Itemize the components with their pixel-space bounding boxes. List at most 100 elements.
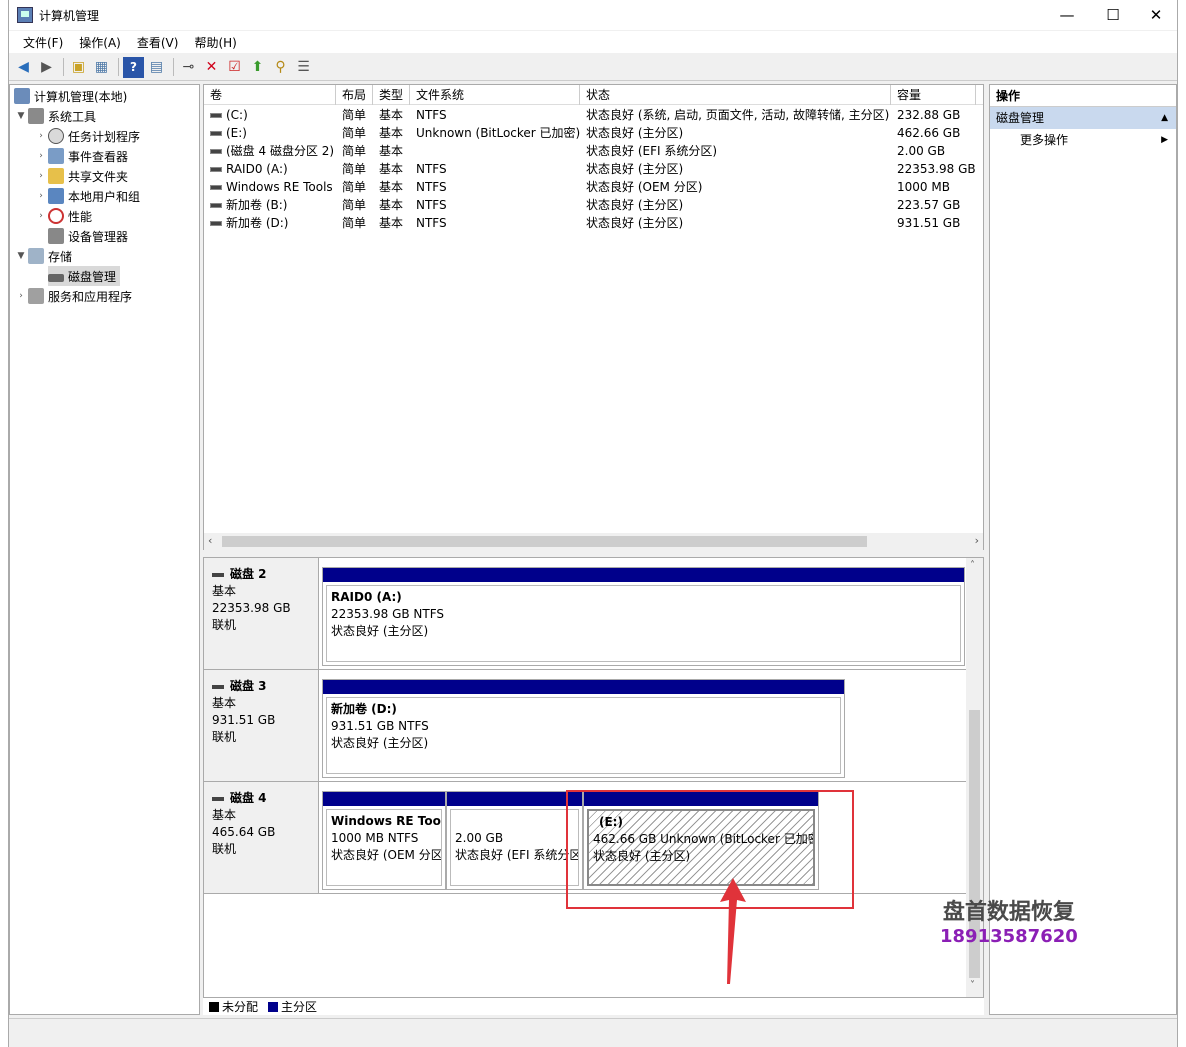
partition-raid0[interactable]: RAID0 (A:) 22353.98 GB NTFS 状态良好 (主分区)	[322, 567, 965, 666]
properties-icon[interactable]: ▤	[146, 57, 167, 78]
column-header-status[interactable]: 状态	[580, 85, 891, 105]
volume-icon	[210, 185, 222, 190]
column-header-filesystem[interactable]: 文件系统	[410, 85, 580, 105]
collapse-up-icon[interactable]: ▲	[1161, 107, 1168, 129]
tree-item-shared-folders[interactable]: › 共享文件夹	[34, 166, 128, 186]
disk-info[interactable]: 磁盘 2 基本 22353.98 GB 联机	[204, 558, 319, 669]
chevron-right-icon[interactable]: ›	[14, 291, 28, 301]
scroll-up-icon[interactable]: ˄	[970, 560, 975, 571]
scroll-right-icon[interactable]: ›	[975, 534, 979, 547]
cell-cap: 22353.98 GB	[897, 162, 976, 176]
volume-icon	[210, 167, 222, 172]
chevron-down-icon[interactable]: ▼	[14, 111, 28, 121]
table-row[interactable]: Windows RE Tools 简单 基本 NTFS 状态良好 (OEM 分区) 100…	[204, 178, 983, 196]
horizontal-scrollbar[interactable]: ‹ ›	[204, 533, 983, 550]
cell-vol: (E:)	[204, 124, 336, 142]
partition-title: RAID0 (A:)	[331, 590, 402, 604]
partition-d[interactable]: 新加卷 (D:) 931.51 GB NTFS 状态良好 (主分区)	[322, 679, 845, 778]
table-row[interactable]: (E:) 简单 基本 Unknown (BitLocker 已加密) 状态良好 (主分区…	[204, 124, 983, 142]
navigation-tree: 计算机管理(本地) ▼ 系统工具 › 任务计划程序 › 事件查看器 › 共享文件…	[9, 84, 200, 1015]
cell-status: 状态良好 (主分区)	[586, 216, 684, 230]
partition-size: 1000 MB NTFS	[331, 831, 419, 845]
up-folder-icon[interactable]: ▣	[68, 57, 89, 78]
menu-view[interactable]: 查看(V)	[129, 34, 187, 51]
volume-icon	[210, 113, 222, 118]
cell-fs: NTFS	[416, 108, 447, 122]
volume-list: 卷 布局 类型 文件系统 状态 容量 (C:) 简单 基本 NTFS 状态良好 (系统,…	[203, 84, 984, 550]
chevron-right-icon[interactable]: ›	[34, 171, 48, 181]
tree-label: 事件查看器	[68, 149, 129, 164]
partition-bar	[323, 680, 844, 694]
connect-icon[interactable]: ⊸	[178, 57, 199, 78]
partition-bar	[323, 792, 445, 806]
chevron-right-icon[interactable]: ›	[34, 191, 48, 201]
tree-label: 计算机管理(本地)	[34, 89, 128, 104]
tree-item-local-users[interactable]: › 本地用户和组	[34, 186, 140, 206]
cell-vol: 新加卷 (D:)	[204, 214, 336, 232]
partition-efi[interactable]: 2.00 GB 状态良好 (EFI 系统分区	[446, 791, 583, 890]
scrollbar-thumb[interactable]	[222, 536, 867, 547]
scroll-left-icon[interactable]: ‹	[208, 534, 212, 547]
menu-action[interactable]: 操作(A)	[71, 34, 129, 51]
tree-item-services[interactable]: › 服务和应用程序	[14, 286, 132, 306]
computer-management-icon	[17, 7, 33, 23]
table-row[interactable]: (C:) 简单 基本 NTFS 状态良好 (系统, 启动, 页面文件, 活动, 故障转储…	[204, 106, 983, 124]
show-hide-tree-icon[interactable]: ▦	[91, 57, 112, 78]
menu-file[interactable]: 文件(F)	[15, 34, 71, 51]
more-actions-item[interactable]: 更多操作 ▶	[990, 129, 1176, 151]
chevron-right-icon[interactable]: ›	[34, 211, 48, 221]
partition-title: Windows RE Tool	[331, 814, 442, 828]
disk-info[interactable]: 磁盘 4 基本 465.64 GB 联机	[204, 782, 319, 893]
cell-fs	[410, 142, 580, 160]
chevron-right-icon[interactable]: ›	[34, 151, 48, 161]
column-header-capacity[interactable]: 容量	[891, 85, 976, 105]
partition-status: 状态良好 (EFI 系统分区	[455, 848, 579, 862]
partition-body: 2.00 GB 状态良好 (EFI 系统分区	[450, 809, 579, 886]
chevron-right-icon[interactable]: ›	[34, 131, 48, 141]
column-header-volume[interactable]: 卷	[204, 85, 336, 105]
cell-type: 基本	[379, 108, 404, 122]
tree-item-storage[interactable]: ▼ 存储	[14, 246, 72, 266]
tree-item-disk-management[interactable]: 磁盘管理	[48, 266, 121, 286]
tree-item-event-viewer[interactable]: › 事件查看器	[34, 146, 128, 166]
legend-unallocated-swatch	[209, 1001, 219, 1012]
close-button[interactable]: ✕	[1133, 0, 1179, 30]
delete-icon[interactable]: ✕	[201, 57, 222, 78]
search-icon[interactable]: ⚲	[270, 57, 291, 78]
actions-section-disk-management[interactable]: 磁盘管理 ▲	[990, 107, 1176, 129]
menu-help[interactable]: 帮助(H)	[186, 34, 244, 51]
export-icon[interactable]: ⬆	[247, 57, 268, 78]
partition-size: 931.51 GB NTFS	[331, 719, 429, 733]
table-row[interactable]: (磁盘 4 磁盘分区 2) 简单 基本 状态良好 (EFI 系统分区) 2.00 GB	[204, 142, 983, 160]
scroll-down-icon[interactable]: ˅	[970, 980, 975, 991]
maximize-button[interactable]: ☐	[1090, 0, 1136, 30]
cell-type: 基本	[379, 198, 404, 212]
column-header-type[interactable]: 类型	[373, 85, 410, 105]
toolbar-divider	[173, 58, 174, 76]
partition-windows-re[interactable]: Windows RE Tool 1000 MB NTFS 状态良好 (OEM 分…	[322, 791, 446, 890]
disk-name: 磁盘 4	[212, 790, 318, 807]
list-icon[interactable]: ☰	[293, 57, 314, 78]
table-row[interactable]: 新加卷 (D:) 简单 基本 NTFS 状态良好 (主分区) 931.51 GB	[204, 214, 983, 232]
table-row[interactable]: 新加卷 (B:) 简单 基本 NTFS 状态良好 (主分区) 223.57 GB	[204, 196, 983, 214]
tree-item-root[interactable]: 计算机管理(本地)	[14, 86, 127, 106]
chevron-down-icon[interactable]: ▼	[14, 251, 28, 261]
cell-vol: 新加卷 (B:)	[204, 196, 336, 214]
back-icon[interactable]: ◀	[13, 57, 34, 78]
column-header-layout[interactable]: 布局	[336, 85, 373, 105]
tree-item-task-scheduler[interactable]: › 任务计划程序	[34, 126, 140, 146]
check-icon[interactable]: ☑	[224, 57, 245, 78]
table-row[interactable]: RAID0 (A:) 简单 基本 NTFS 状态良好 (主分区) 22353.98 GB	[204, 160, 983, 178]
legend-primary-swatch	[268, 1001, 279, 1012]
disk-size: 465.64 GB	[212, 825, 276, 839]
forward-icon[interactable]: ▶	[36, 57, 57, 78]
tree-item-device-manager[interactable]: 设备管理器	[48, 226, 128, 246]
tree-item-performance[interactable]: › 性能	[34, 206, 92, 226]
computer-management-icon	[14, 88, 30, 104]
users-icon	[48, 188, 64, 204]
disk-info[interactable]: 磁盘 3 基本 931.51 GB 联机	[204, 670, 319, 781]
minimize-button[interactable]: —	[1044, 0, 1090, 30]
help-icon[interactable]: ?	[123, 56, 144, 78]
tree-item-system-tools[interactable]: ▼ 系统工具	[14, 106, 96, 126]
legend-unallocated: 未分配	[222, 1000, 259, 1014]
